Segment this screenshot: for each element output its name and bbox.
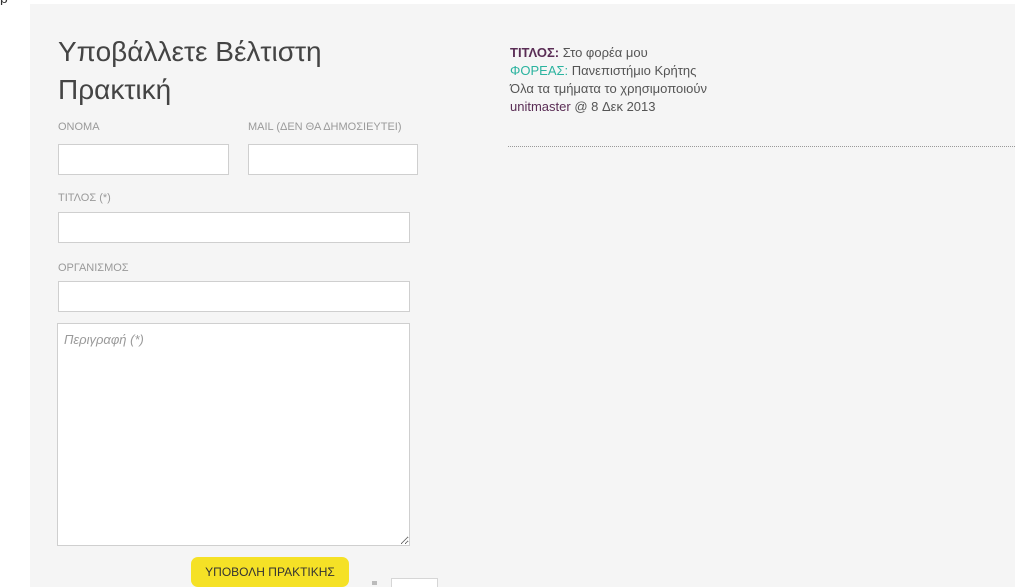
- record-title-line: ΤΙΤΛΟΣ: Στο φορέα μου: [510, 44, 1015, 62]
- description-textarea[interactable]: [57, 323, 410, 546]
- page-title: Υποβάλλετε Βέλτιστη Πρακτική: [58, 36, 322, 105]
- captcha-input-box[interactable]: [391, 578, 438, 587]
- title-input[interactable]: [58, 212, 410, 243]
- record-description: Όλα τα τμήματα το χρησιμοποιούν: [510, 81, 707, 96]
- top-edge-text: p: [0, 0, 8, 5]
- record-divider: [508, 146, 1015, 147]
- practice-record: ΤΙΤΛΟΣ: Στο φορέα μου ΦΟΡΕΑΣ: Πανεπιστήμ…: [510, 44, 1015, 116]
- name-label: ΟΝΟΜΑ: [58, 121, 100, 133]
- title-label: ΤΙΤΛΟΣ (*): [58, 192, 111, 204]
- organization-label: ΟΡΓΑΝΙΣΜΟΣ: [58, 262, 129, 274]
- name-input[interactable]: [58, 144, 229, 175]
- record-title-key: ΤΙΤΛΟΣ:: [510, 45, 560, 60]
- record-meta-line: unitmaster @ 8 Δεκ 2013: [510, 98, 1015, 116]
- mail-label: MAIL (ΔΕΝ ΘΑ ΔΗΜΟΣΙΕΥΤΕΙ): [248, 121, 402, 133]
- record-date: @ 8 Δεκ 2013: [574, 99, 656, 114]
- record-organization-line: ΦΟΡΕΑΣ: Πανεπιστήμιο Κρήτης: [510, 62, 1015, 80]
- record-organization-value: Πανεπιστήμιο Κρήτης: [571, 63, 697, 78]
- organization-input[interactable]: [58, 281, 410, 312]
- pager-marker: [372, 581, 377, 585]
- record-organization-key: ΦΟΡΕΑΣ:: [510, 63, 569, 78]
- record-author: unitmaster: [510, 99, 571, 114]
- top-edge-fragment: p: [0, 0, 8, 5]
- submit-practice-button[interactable]: ΥΠΟΒΟΛΗ ΠΡΑΚΤΙΚΗΣ: [191, 557, 349, 587]
- page-root: p Υποβάλλετε Βέλτιστη Πρακτική ΟΝΟΜΑ MAI…: [0, 0, 1015, 587]
- record-title-value: Στο φορέα μου: [562, 45, 648, 60]
- mail-input[interactable]: [248, 144, 418, 175]
